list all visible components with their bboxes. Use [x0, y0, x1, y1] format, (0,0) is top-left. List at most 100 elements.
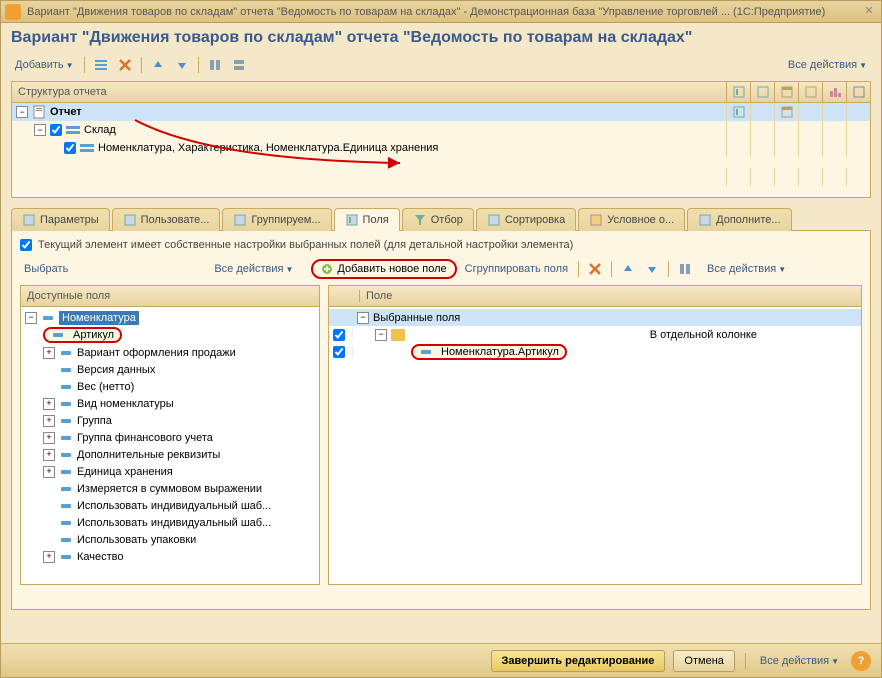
col-icon[interactable]	[726, 82, 750, 102]
collapse-icon[interactable]: −	[34, 124, 46, 136]
group-fields-button[interactable]: Сгруппировать поля	[461, 261, 572, 277]
tree-row[interactable]: +Качество	[21, 548, 319, 565]
expand-icon[interactable]: +	[43, 449, 55, 461]
add-new-field-button[interactable]: Добавить новое поле	[311, 259, 456, 279]
tab-user[interactable]: Пользовате...	[112, 208, 221, 231]
nomenclature-checkbox[interactable]	[64, 142, 76, 154]
structure-report-row[interactable]: −Отчет	[12, 103, 870, 121]
hint-text: Текущий элемент имеет собственные настро…	[38, 239, 573, 251]
tree-row[interactable]: Использовать индивидуальный шаб...	[21, 497, 319, 514]
available-fields-tree[interactable]: − Номенклатура Артикул + Вариант оформлен…	[21, 307, 319, 584]
tree-row-root[interactable]: − Номенклатура	[21, 309, 319, 326]
settings-icon[interactable]	[675, 259, 695, 279]
all-actions-left[interactable]: Все действия▼	[210, 261, 297, 277]
col-icon[interactable]	[822, 82, 846, 102]
field-icon	[59, 467, 73, 477]
tree-row[interactable]: Измеряется в суммовом выражении	[21, 480, 319, 497]
tab-fields[interactable]: Поля	[334, 208, 400, 231]
cancel-button[interactable]: Отмена	[673, 650, 734, 672]
tree-row-article[interactable]: Артикул	[21, 326, 319, 344]
finish-button[interactable]: Завершить редактирование	[491, 650, 666, 672]
move-down-icon[interactable]	[172, 55, 192, 75]
tree-row[interactable]: Вес (нетто)	[21, 378, 319, 395]
close-icon[interactable]: ✕	[861, 4, 877, 20]
own-settings-checkbox[interactable]	[20, 239, 32, 251]
selected-fields-header: Поле	[359, 290, 855, 302]
field-icon	[59, 518, 73, 528]
selected-root-row[interactable]: −Выбранные поля	[329, 309, 861, 326]
window-title: Вариант "Движения товаров по складам" от…	[27, 6, 861, 18]
tree-row[interactable]: Версия данных	[21, 361, 319, 378]
field-icon	[419, 347, 433, 357]
col-icon[interactable]	[798, 82, 822, 102]
selected-fields-tree[interactable]: −Выбранные поля −В отдельной колонке Ном…	[329, 307, 861, 584]
move-down-icon[interactable]	[642, 259, 662, 279]
tab-extra[interactable]: Дополните...	[687, 208, 791, 231]
tree-item-label: Группа	[77, 415, 112, 427]
col-icon[interactable]	[750, 82, 774, 102]
titlebar: Вариант "Движения товаров по складам" от…	[1, 1, 881, 23]
structure-nomenclature-row[interactable]: Номенклатура, Характеристика, Номенклату…	[12, 139, 870, 157]
selected-article-row[interactable]: Номенклатура.Артикул	[329, 343, 861, 361]
selected-folder-row[interactable]: −В отдельной колонке	[329, 326, 861, 343]
settings-icon[interactable]	[205, 55, 225, 75]
field-icon	[59, 501, 73, 511]
move-up-icon[interactable]	[618, 259, 638, 279]
expand-icon[interactable]: +	[43, 347, 55, 359]
field-icon	[51, 330, 65, 340]
expand-icon[interactable]: +	[43, 432, 55, 444]
tree-row[interactable]: +Единица хранения	[21, 463, 319, 480]
collapse-icon[interactable]: −	[25, 312, 37, 324]
selected-root-label: Выбранные поля	[373, 312, 460, 324]
collapse-icon[interactable]: −	[357, 312, 369, 324]
add-button[interactable]: Добавить▼	[11, 57, 78, 73]
tab-sort[interactable]: Сортировка	[476, 208, 576, 231]
select-button[interactable]: Выбрать	[20, 261, 72, 277]
col-icon[interactable]	[774, 82, 798, 102]
all-actions-right[interactable]: Все действия▼	[703, 261, 790, 277]
tree-item-label: Использовать индивидуальный шаб...	[77, 517, 271, 529]
tree-item-label: Версия данных	[77, 364, 155, 376]
collapse-icon[interactable]: −	[16, 106, 28, 118]
field-icon	[59, 552, 73, 562]
fields-toolbar: Выбрать Все действия▼ Добавить новое пол…	[20, 259, 862, 279]
tab-group[interactable]: Группируем...	[222, 208, 331, 231]
tree-row[interactable]: Использовать упаковки	[21, 531, 319, 548]
tree-item-label: Использовать упаковки	[77, 534, 196, 546]
folder-icon	[391, 329, 405, 341]
page-title: Вариант "Движения товаров по складам" от…	[11, 29, 871, 47]
collapse-icon[interactable]: −	[375, 329, 387, 341]
all-actions-button[interactable]: Все действия▼	[784, 57, 871, 73]
tree-row[interactable]: Использовать индивидуальный шаб...	[21, 514, 319, 531]
footer-all-actions[interactable]: Все действия▼	[756, 653, 843, 669]
field-icon	[59, 348, 73, 358]
expand-icon[interactable]: +	[43, 415, 55, 427]
help-icon[interactable]: ?	[851, 651, 871, 671]
tree-row[interactable]: + Группа	[21, 412, 319, 429]
folder-checkbox[interactable]	[333, 329, 345, 341]
list-icon[interactable]	[91, 55, 111, 75]
structure-warehouse-row[interactable]: −Склад	[12, 121, 870, 139]
expand-icon[interactable]: +	[43, 398, 55, 410]
field-icon	[59, 365, 73, 375]
tab-filter[interactable]: Отбор	[402, 208, 474, 231]
tab-params[interactable]: Параметры	[11, 208, 110, 231]
col-icon[interactable]	[846, 82, 870, 102]
delete-field-icon[interactable]	[585, 259, 605, 279]
tree-row[interactable]: +Дополнительные реквизиты	[21, 446, 319, 463]
tab-cond[interactable]: Условное о...	[578, 208, 685, 231]
expand-icon[interactable]: +	[43, 551, 55, 563]
tree-item-label: Вариант оформления продажи	[77, 347, 236, 359]
tree-row[interactable]: + Вариант оформления продажи	[21, 344, 319, 361]
warehouse-checkbox[interactable]	[50, 124, 62, 136]
expand-icon[interactable]: +	[43, 466, 55, 478]
available-fields-panel: Доступные поля − Номенклатура Артикул	[20, 285, 320, 585]
settings2-icon[interactable]	[229, 55, 249, 75]
tree-row[interactable]: +Группа финансового учета	[21, 429, 319, 446]
footer: Завершить редактирование Отмена Все дейс…	[1, 643, 881, 677]
delete-icon[interactable]	[115, 55, 135, 75]
tree-row[interactable]: +Вид номенклатуры	[21, 395, 319, 412]
move-up-icon[interactable]	[148, 55, 168, 75]
article-checkbox[interactable]	[333, 346, 345, 358]
group-icon	[66, 123, 80, 137]
